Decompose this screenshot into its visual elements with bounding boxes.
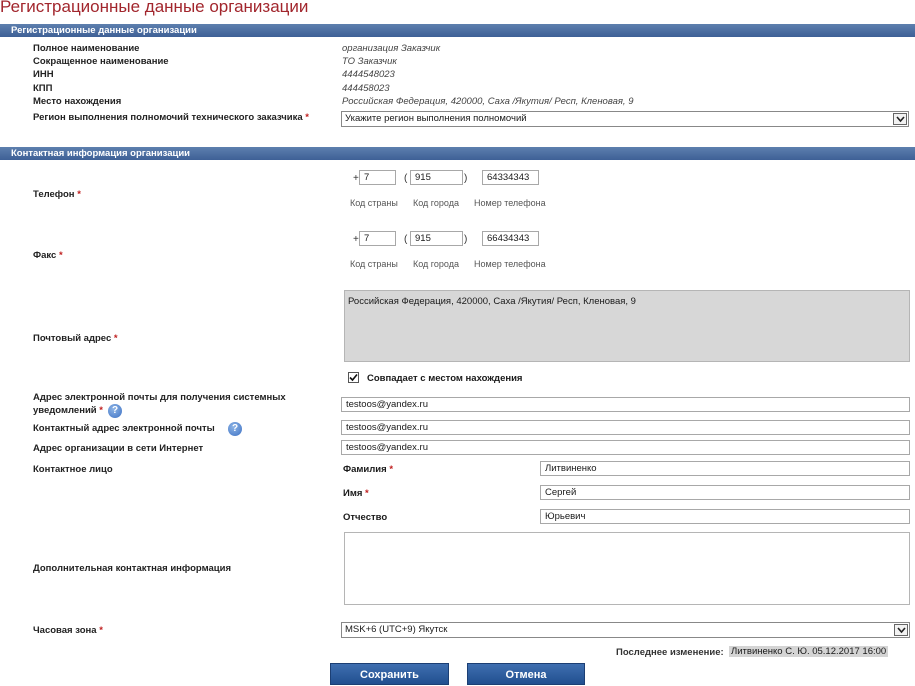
first-name-input[interactable]: Сергей bbox=[540, 485, 910, 500]
notify-email-input[interactable]: testoos@yandex.ru bbox=[341, 397, 910, 412]
phone-label: Телефон * bbox=[33, 189, 81, 200]
same-as-location-label: Совпадает с местом нахождения bbox=[367, 373, 523, 384]
same-as-location-checkbox[interactable] bbox=[348, 372, 359, 383]
phone-close-paren: ) bbox=[464, 173, 468, 184]
contact-section-header: Контактная информация организации bbox=[0, 147, 915, 160]
first-name-label-text: Имя bbox=[343, 488, 363, 499]
kpp-label: КПП bbox=[33, 83, 53, 94]
last-change-value: Литвиненко С. Ю. 05.12.2017 16:00 bbox=[729, 646, 889, 657]
fax-country-code-input[interactable]: 7 bbox=[359, 231, 396, 246]
phone-open-paren: ( bbox=[404, 173, 408, 184]
phone-country-code-input[interactable]: 7 bbox=[359, 170, 396, 185]
short-name-label: Сокращенное наименование bbox=[33, 56, 169, 67]
fax-label: Факс * bbox=[33, 250, 63, 261]
last-change-label: Последнее изменение: bbox=[616, 647, 724, 658]
fax-plus: + bbox=[353, 234, 359, 245]
postal-address-label-text: Почтовый адрес bbox=[33, 333, 112, 344]
chevron-down-icon[interactable] bbox=[893, 113, 907, 125]
website-input[interactable]: testoos@yandex.ru bbox=[341, 440, 910, 455]
fax-city-code-input[interactable]: 915 bbox=[410, 231, 463, 246]
contact-email-label: Контактный адрес электронной почты bbox=[33, 423, 215, 434]
region-select[interactable]: Укажите регион выполнения полномочий bbox=[341, 111, 909, 127]
required-mark: * bbox=[389, 464, 394, 475]
region-label-text: Регион выполнения полномочий техническог… bbox=[33, 112, 303, 123]
fax-city-hint: Код города bbox=[413, 259, 459, 269]
page-title: Регистрационные данные организации bbox=[0, 0, 309, 16]
short-name-value: ТО Заказчик bbox=[342, 56, 397, 67]
full-name-value: организация Заказчик bbox=[342, 43, 441, 54]
fax-open-paren: ( bbox=[404, 234, 408, 245]
notify-email-label-text: уведомлений bbox=[33, 405, 97, 416]
required-mark: * bbox=[58, 250, 63, 261]
required-mark: * bbox=[77, 189, 81, 200]
kpp-value: 444458023 bbox=[342, 83, 390, 94]
postal-address-field[interactable]: Российская Федерация, 420000, Саха /Якут… bbox=[344, 290, 910, 362]
last-name-label-text: Фамилия bbox=[343, 464, 387, 475]
required-mark: * bbox=[99, 405, 103, 416]
phone-city-hint: Код города bbox=[413, 198, 459, 208]
required-mark: * bbox=[305, 112, 309, 123]
inn-label: ИНН bbox=[33, 69, 54, 80]
save-button[interactable]: Сохранить bbox=[330, 663, 449, 685]
contact-person-label: Контактное лицо bbox=[33, 464, 113, 475]
region-label: Регион выполнения полномочий техническог… bbox=[33, 112, 309, 123]
phone-city-code-input[interactable]: 915 bbox=[410, 170, 463, 185]
timezone-label-text: Часовая зона bbox=[33, 625, 97, 636]
phone-number-input[interactable]: 64334343 bbox=[482, 170, 539, 185]
website-label: Адрес организации в сети Интернет bbox=[33, 443, 204, 454]
location-value: Российская Федерация, 420000, Саха /Якут… bbox=[342, 96, 634, 107]
middle-name-input[interactable]: Юрьевич bbox=[540, 509, 910, 524]
additional-info-label: Дополнительная контактная информация bbox=[33, 563, 231, 574]
help-icon[interactable]: ? bbox=[228, 422, 242, 436]
phone-label-text: Телефон bbox=[33, 189, 75, 200]
last-name-label: Фамилия * bbox=[343, 464, 393, 475]
required-mark: * bbox=[99, 625, 103, 636]
timezone-select-value: MSK+6 (UTC+9) Якутск bbox=[345, 624, 448, 635]
fax-close-paren: ) bbox=[464, 234, 468, 245]
fax-number-hint: Номер телефона bbox=[474, 259, 546, 269]
fax-label-text: Факс bbox=[33, 250, 57, 261]
postal-address-label: Почтовый адрес * bbox=[33, 333, 118, 344]
inn-value: 4444548023 bbox=[342, 69, 395, 80]
notify-email-label-line2: уведомлений * bbox=[33, 405, 103, 416]
fax-number-input[interactable]: 66434343 bbox=[482, 231, 539, 246]
phone-country-hint: Код страны bbox=[350, 198, 398, 208]
notify-email-label-line1: Адрес электронной почты для получения си… bbox=[33, 392, 286, 403]
contact-email-input[interactable]: testoos@yandex.ru bbox=[341, 420, 910, 435]
fax-country-hint: Код страны bbox=[350, 259, 398, 269]
help-icon[interactable]: ? bbox=[108, 404, 122, 418]
phone-number-hint: Номер телефона bbox=[474, 198, 546, 208]
location-label: Место нахождения bbox=[33, 96, 122, 107]
registration-section-header: Регистрационные данные организации bbox=[0, 24, 915, 37]
checkmark-icon bbox=[349, 373, 358, 382]
first-name-label: Имя * bbox=[343, 488, 369, 499]
additional-info-textarea[interactable] bbox=[344, 532, 910, 605]
required-mark: * bbox=[113, 333, 118, 344]
required-mark: * bbox=[365, 488, 369, 499]
phone-plus: + bbox=[353, 173, 359, 184]
region-select-value: Укажите регион выполнения полномочий bbox=[345, 113, 527, 124]
timezone-label: Часовая зона * bbox=[33, 625, 103, 636]
last-name-input[interactable]: Литвиненко bbox=[540, 461, 910, 476]
timezone-select[interactable]: MSK+6 (UTC+9) Якутск bbox=[341, 622, 910, 638]
cancel-button[interactable]: Отмена bbox=[467, 663, 585, 685]
chevron-down-icon[interactable] bbox=[894, 624, 908, 636]
full-name-label: Полное наименование bbox=[33, 43, 140, 54]
middle-name-label: Отчество bbox=[343, 512, 388, 523]
